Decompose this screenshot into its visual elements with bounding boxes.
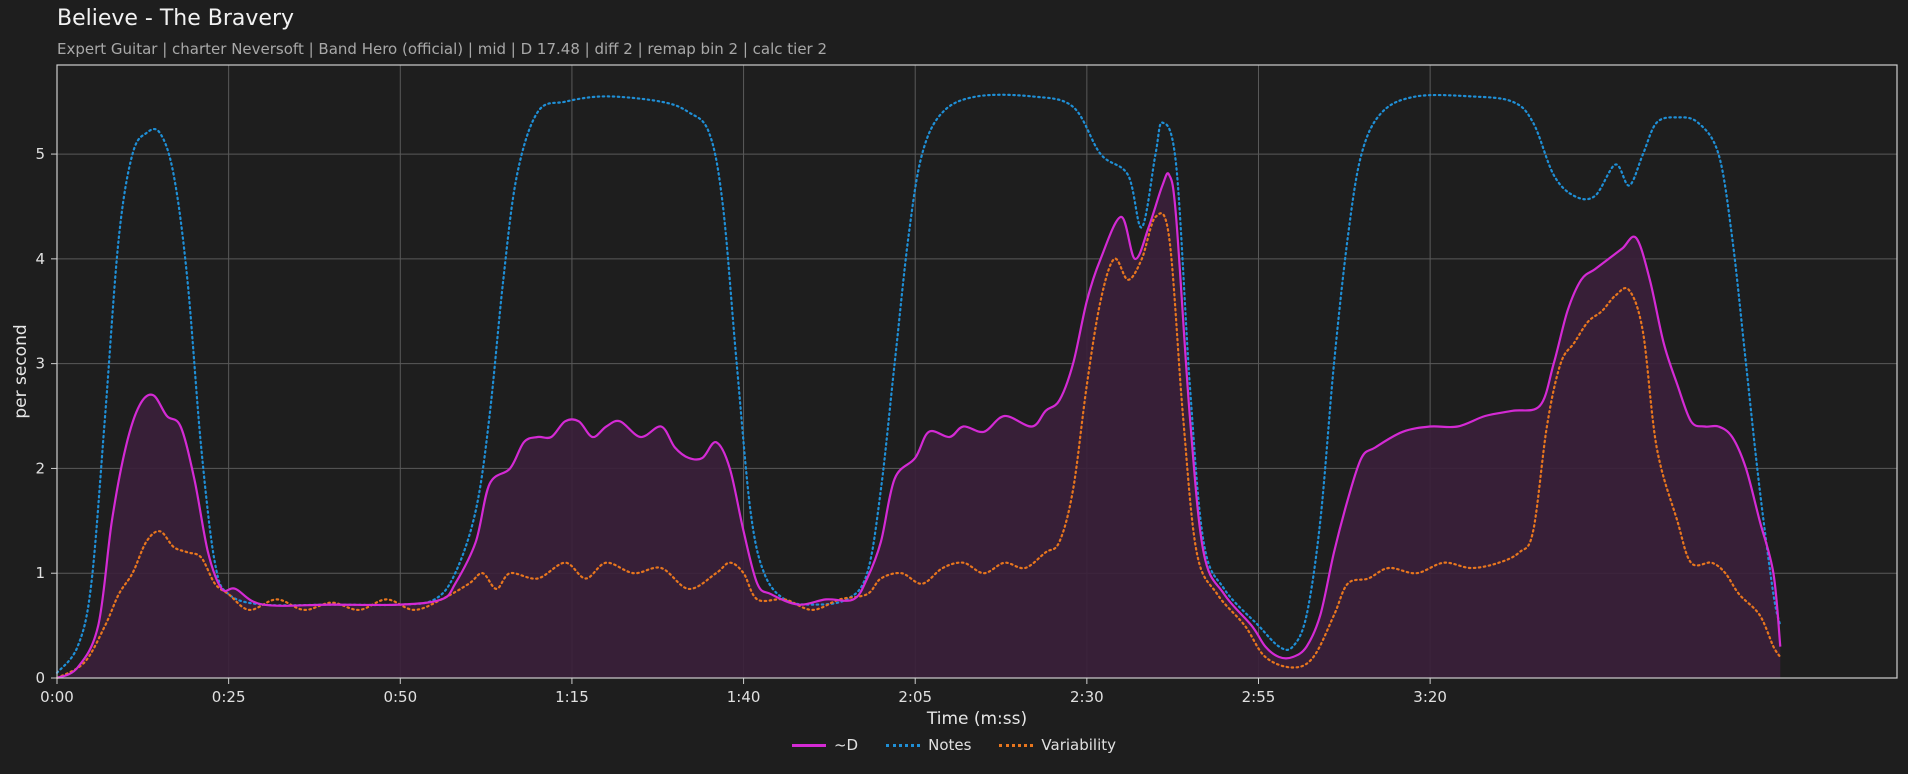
legend-swatch-variability bbox=[999, 743, 1034, 747]
x-tick-label: 2:05 bbox=[898, 688, 932, 706]
chart-canvas: 0:00 0:25 0:50 1:15 1:40 2:05 2:30 2:55 3:20 0 1 2… bbox=[11, 64, 1898, 729]
legend-label-notes: Notes bbox=[928, 736, 972, 754]
x-tick-label: 1:40 bbox=[727, 688, 761, 706]
x-tick-label: 3:20 bbox=[1413, 688, 1447, 706]
y-tick-label: 0 bbox=[35, 669, 45, 687]
y-tick-label: 1 bbox=[35, 564, 45, 582]
y-tick-label: 5 bbox=[35, 145, 45, 163]
d-series-fill bbox=[57, 173, 1781, 678]
y-axis-ticks: 0 1 2 3 4 5 bbox=[35, 145, 57, 687]
y-tick-label: 3 bbox=[35, 355, 45, 373]
x-axis-ticks: 0:00 0:25 0:50 1:15 1:40 2:05 2:30 2:55 3:20 bbox=[40, 678, 1447, 706]
legend: ~D Notes Variability bbox=[0, 736, 1908, 754]
legend-item-notes: Notes bbox=[886, 736, 971, 754]
legend-swatch-notes bbox=[886, 743, 921, 747]
y-axis-label: per second bbox=[11, 324, 31, 418]
y-tick-label: 2 bbox=[35, 459, 45, 477]
x-tick-label: 0:50 bbox=[383, 688, 417, 706]
legend-item-d: ~D bbox=[791, 736, 859, 754]
x-axis-label: Time (m:ss) bbox=[926, 709, 1027, 729]
legend-label-variability: Variability bbox=[1041, 736, 1117, 754]
y-tick-label: 4 bbox=[35, 250, 45, 268]
legend-label-d: ~D bbox=[833, 736, 859, 754]
x-tick-label: 0:00 bbox=[40, 688, 74, 706]
x-tick-label: 1:15 bbox=[555, 688, 589, 706]
x-tick-label: 2:30 bbox=[1070, 688, 1104, 706]
legend-swatch-d bbox=[791, 743, 826, 747]
x-tick-label: 2:55 bbox=[1242, 688, 1276, 706]
x-tick-label: 0:25 bbox=[212, 688, 246, 706]
legend-item-variability: Variability bbox=[999, 736, 1116, 754]
